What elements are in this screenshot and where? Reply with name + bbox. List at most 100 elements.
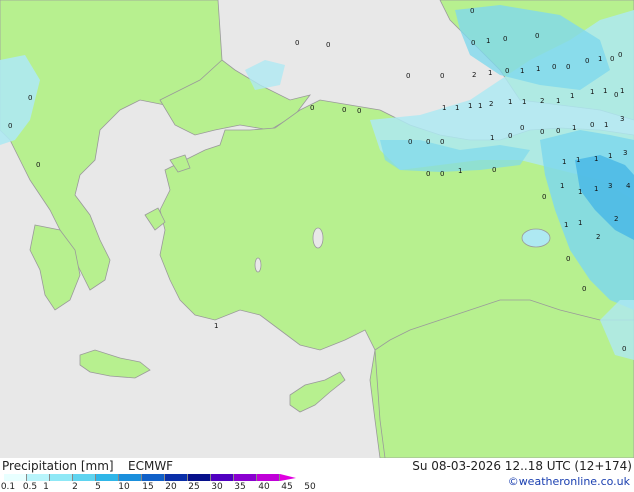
precip-value: 1 xyxy=(556,97,561,105)
legend-swatch xyxy=(119,474,142,481)
legend-tick-label: 20 xyxy=(165,482,177,492)
map-title: Precipitation [mm] xyxy=(2,459,114,473)
precip-value: 0 xyxy=(408,138,413,146)
legend-swatch xyxy=(96,474,119,481)
precip-value: 1 xyxy=(508,98,513,106)
precip-value: 0 xyxy=(326,41,331,49)
precip-value: 1 xyxy=(590,88,595,96)
legend-swatch xyxy=(4,474,27,481)
forecast-datetime: Su 08-03-2026 12..18 UTC (12+174) xyxy=(412,459,632,473)
legend-tick-label: 0.1 xyxy=(0,482,16,492)
precip-value: 3 xyxy=(608,182,613,190)
precip-value: 1 xyxy=(488,69,493,77)
precip-value: 1 xyxy=(604,121,609,129)
precip-value: 0 xyxy=(295,39,300,47)
precip-value: 2 xyxy=(614,215,619,223)
precip-value: 0 xyxy=(426,138,431,146)
precip-value: 1 xyxy=(486,37,491,45)
precip-value: 1 xyxy=(468,102,473,110)
precip-value: 1 xyxy=(594,185,599,193)
precip-value: 1 xyxy=(522,98,527,106)
precip-value: 2 xyxy=(472,71,477,79)
precip-value: 0 xyxy=(566,255,571,263)
legend-tick-label: 45 xyxy=(281,482,293,492)
precip-value: 0 xyxy=(610,55,615,63)
precip-value: 0 xyxy=(566,63,571,71)
legend-swatch xyxy=(211,474,234,481)
precip-value: 2 xyxy=(489,100,494,108)
precip-value: 1 xyxy=(442,104,447,112)
precip-value: 1 xyxy=(598,55,603,63)
precip-value: 4 xyxy=(626,182,631,190)
precip-value: 0 xyxy=(342,106,347,114)
precip-value: 0 xyxy=(542,193,547,201)
legend-swatch xyxy=(257,474,280,481)
precip-value: 0 xyxy=(492,166,497,174)
legend-tick-label: 5 xyxy=(95,482,101,492)
legend-swatch xyxy=(234,474,257,481)
precip-value: 0 xyxy=(440,138,445,146)
precipitation-map: 0 0 0 0 0 0 0 0 1 0 0 0 1 0 0 2 1 0 1 1 … xyxy=(0,0,634,458)
precip-value: 1 xyxy=(458,167,463,175)
precip-value: 0 xyxy=(614,91,619,99)
precip-value: 1 xyxy=(570,92,575,100)
legend-tick-label: 1 xyxy=(43,482,49,492)
precip-value: 1 xyxy=(578,188,583,196)
precip-value: 0 xyxy=(556,127,561,135)
precip-value: 0 xyxy=(552,63,557,71)
credit-link[interactable]: ©weatheronline.co.uk xyxy=(508,475,630,488)
legend-tick-label: 25 xyxy=(188,482,200,492)
precip-value: 0 xyxy=(508,132,513,140)
legend-swatch xyxy=(50,474,73,481)
precip-value: 3 xyxy=(623,149,628,157)
precip-value: 1 xyxy=(562,158,567,166)
legend-tick-label: 2 xyxy=(72,482,78,492)
precip-value: 0 xyxy=(357,107,362,115)
precip-value: 1 xyxy=(594,155,599,163)
precip-value: 1 xyxy=(560,182,565,190)
precip-value: 3 xyxy=(620,115,625,123)
precip-value: 2 xyxy=(596,233,601,241)
precip-value: 0 xyxy=(406,72,411,80)
precip-value: 1 xyxy=(564,221,569,229)
precip-value: 0 xyxy=(440,72,445,80)
legend-tick-label: 0.5 xyxy=(22,482,38,492)
precip-value: 0 xyxy=(540,128,545,136)
legend-tick-label: 15 xyxy=(142,482,154,492)
legend-colorbar xyxy=(4,474,296,481)
precip-value: 1 xyxy=(490,134,495,142)
precip-value: 0 xyxy=(310,104,315,112)
legend-tick-label: 50 xyxy=(304,482,316,492)
legend-swatch xyxy=(188,474,211,481)
legend-swatch xyxy=(73,474,96,481)
precip-value: 0 xyxy=(590,121,595,129)
precip-value: 1 xyxy=(620,87,625,95)
precip-value: 0 xyxy=(471,39,476,47)
precip-value: 0 xyxy=(440,170,445,178)
precip-value: 0 xyxy=(618,51,623,59)
precip-value: 1 xyxy=(478,102,483,110)
precip-value: 0 xyxy=(585,57,590,65)
precip-value: 0 xyxy=(503,35,508,43)
precip-value: 1 xyxy=(536,65,541,73)
precip-value: 0 xyxy=(582,285,587,293)
lake-tuz xyxy=(312,227,324,249)
precip-value: 0 xyxy=(535,32,540,40)
precip-value: 0 xyxy=(622,345,627,353)
legend-tick-label: 30 xyxy=(211,482,223,492)
legend-tick-label: 35 xyxy=(234,482,246,492)
legend-swatch xyxy=(165,474,188,481)
precip-value: 1 xyxy=(603,87,608,95)
legend-arrow xyxy=(280,474,296,481)
precip-value: 0 xyxy=(36,161,41,169)
lake-van xyxy=(521,228,551,248)
precip-value: 0 xyxy=(28,94,33,102)
model-name: ECMWF xyxy=(128,459,174,473)
precip-value: 1 xyxy=(214,322,219,330)
precip-value: 0 xyxy=(426,170,431,178)
precip-value: 1 xyxy=(572,124,577,132)
precip-value: 2 xyxy=(540,97,545,105)
legend-tick-label: 10 xyxy=(118,482,130,492)
precip-value: 1 xyxy=(608,152,613,160)
legend-swatch xyxy=(27,474,50,481)
